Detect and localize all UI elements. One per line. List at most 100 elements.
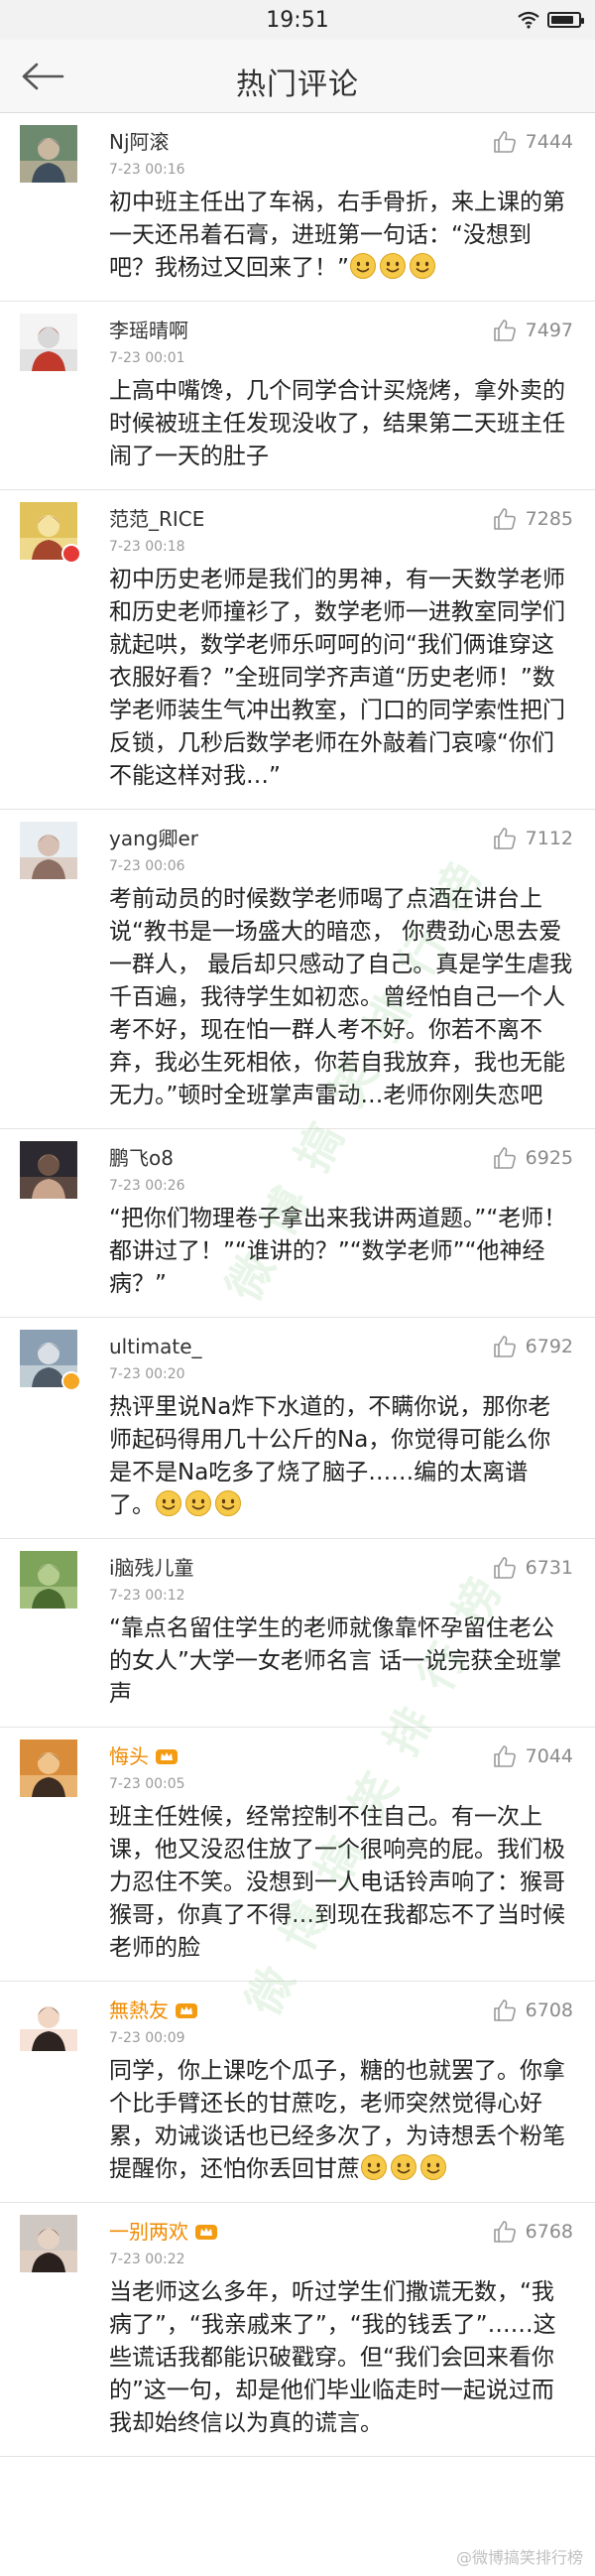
avatar[interactable]	[20, 1994, 77, 2051]
comment-text-body: “把你们物理卷子拿出来我讲两道题。”“老师！都讲过了！”“谁讲的？”“数学老师”…	[109, 1206, 567, 1297]
comment-timestamp: 7-23 00:06	[109, 858, 185, 874]
vip-crown-icon	[156, 1749, 178, 1764]
smile-emoji-icon	[391, 2154, 416, 2180]
verified-badge-icon	[61, 544, 81, 564]
comment-text: 考前动员的时候数学老师喝了点酒在讲台上说“教书是一场盛大的暗恋， 你费劲心思去爱…	[109, 883, 573, 1112]
username-text[interactable]: ultimate_	[109, 1332, 202, 1361]
username-text[interactable]: 范范_RICE	[109, 504, 204, 534]
thumbs-up-icon	[493, 131, 516, 153]
avatar-wrap[interactable]	[20, 1739, 77, 1797]
like-button[interactable]: 6768	[492, 2219, 573, 2245]
comment-list[interactable]: Nj阿滚 7-23 00:16 初中班主任出了车祸，右手骨折，来上课的第一天还吊着石…	[0, 113, 595, 2457]
comment-text: 班主任姓候，经常控制不住自己。有一次上课，他又没忍住放了一个很响亮的屁。我们极力…	[109, 1801, 573, 1965]
username-text[interactable]: 李瑶晴啊	[109, 316, 188, 345]
like-button[interactable]: 7444	[492, 129, 573, 155]
comment-item[interactable]: Nj阿滚 7-23 00:16 初中班主任出了车祸，右手骨折，来上课的第一天还吊着石…	[0, 113, 595, 302]
comment-item[interactable]: ultimate_ 7-23 00:20 热评里说Na炸下水道的，不瞒你说，那你老师…	[0, 1318, 595, 1539]
like-count: 7285	[525, 508, 573, 530]
avatar[interactable]	[20, 1739, 77, 1797]
like-count: 7044	[525, 1745, 573, 1767]
thumbs-up-icon	[493, 1557, 516, 1579]
comment-text: 热评里说Na炸下水道的，不瞒你说，那你老师起码得用几十公斤的Na，你觉得可能么你…	[109, 1391, 573, 1522]
like-button[interactable]: 6792	[492, 1334, 573, 1359]
comment-text-body: 同学，你上课吃个瓜子，糖的也就罢了。你拿个比手臂还长的甘蔗吃，老师突然觉得心好累…	[109, 2058, 565, 2182]
like-button[interactable]: 7285	[492, 506, 573, 532]
smile-emoji-icon	[349, 253, 376, 279]
avatar[interactable]	[20, 822, 77, 879]
comment-timestamp: 7-23 00:16	[109, 162, 185, 178]
avatar-wrap[interactable]	[20, 125, 77, 183]
like-count: 6708	[525, 1999, 573, 2021]
username-text[interactable]: 鹏飞o8	[109, 1143, 174, 1173]
thumbs-up-icon	[493, 2221, 516, 2243]
avatar-wrap[interactable]	[20, 1141, 77, 1199]
avatar-wrap[interactable]	[20, 502, 81, 564]
avatar-wrap[interactable]	[20, 1994, 77, 2051]
comment-timestamp: 7-23 00:12	[109, 1588, 185, 1604]
comment-item[interactable]: i脑残儿童 7-23 00:12 “靠点名留住学生的老师就像靠怀孕留住老公的女人”大…	[0, 1539, 595, 1728]
comment-item[interactable]: 無熱友 7-23 00:09 同学，你上课吃个瓜子，糖的也就罢了。你拿个比手臂还长的…	[0, 1982, 595, 2203]
avatar-wrap[interactable]	[20, 1330, 81, 1391]
avatar-wrap[interactable]	[20, 822, 77, 879]
like-button[interactable]: 6731	[492, 1555, 573, 1581]
comment-text-body: 当老师这么多年，听过学生们撒谎无数，“我病了”，“我亲戚来了”，“我的钱丢了”……	[109, 2279, 556, 2436]
comment-timestamp: 7-23 00:18	[109, 539, 185, 555]
username-text[interactable]: yang卿er	[109, 824, 198, 853]
comment-text-body: 班主任姓候，经常控制不住自己。有一次上课，他又没忍住放了一个很响亮的屁。我们极力…	[109, 1804, 565, 1961]
status-bar: 19:51	[0, 0, 595, 40]
comment-text-body: 考前动员的时候数学老师喝了点酒在讲台上说“教书是一场盛大的暗恋， 你费劲心思去爱…	[109, 886, 573, 1108]
username-text[interactable]: 無熱友	[109, 1996, 169, 2025]
comment-timestamp: 7-23 00:26	[109, 1178, 185, 1194]
username-text[interactable]: Nj阿滚	[109, 127, 170, 157]
username-text[interactable]: i脑残儿童	[109, 1553, 194, 1583]
username-text[interactable]: 悔头	[109, 1741, 149, 1771]
like-count: 7444	[525, 131, 573, 153]
avatar[interactable]	[20, 1551, 77, 1609]
avatar[interactable]	[20, 125, 77, 183]
comment-timestamp: 7-23 00:05	[109, 1776, 185, 1792]
avatar[interactable]	[20, 2215, 77, 2272]
comment-text: “靠点名留住学生的老师就像靠怀孕留住老公的女人”大学一女老师名言 话一说完获全班…	[109, 1612, 573, 1711]
thumbs-up-icon	[493, 320, 516, 341]
comment-timestamp: 7-23 00:09	[109, 2030, 185, 2046]
username-text[interactable]: 一别两欢	[109, 2217, 188, 2247]
like-button[interactable]: 6708	[492, 1997, 573, 2023]
comment-text: 上高中嘴馋，几个同学合计买烧烤，拿外卖的时候被班主任发现没收了，结果第二天班主任…	[109, 375, 573, 473]
status-icons	[518, 11, 584, 29]
like-button[interactable]: 6925	[492, 1145, 573, 1171]
comment-item[interactable]: 悔头 7-23 00:05 班主任姓候，经常控制不住自己。有一次上课，他又没忍住放了…	[0, 1728, 595, 1982]
smile-emoji-icon	[379, 253, 406, 279]
comment-text-body: 初中班主任出了车祸，右手骨折，来上课的第一天还吊着石膏，进班第一句话：“没想到吧…	[109, 190, 565, 281]
like-count: 6925	[525, 1147, 573, 1169]
wifi-icon	[518, 11, 539, 29]
smile-emoji-icon	[215, 1490, 241, 1516]
comment-item[interactable]: yang卿er 7-23 00:06 考前动员的时候数学老师喝了点酒在讲台上说“教书…	[0, 810, 595, 1129]
avatar-wrap[interactable]	[20, 314, 77, 371]
thumbs-up-icon	[493, 828, 516, 849]
like-count: 6792	[525, 1336, 573, 1357]
smile-emoji-icon	[409, 253, 435, 279]
avatar[interactable]	[20, 1141, 77, 1199]
thumbs-up-icon	[493, 1336, 516, 1357]
comment-text: 初中历史老师是我们的男神，有一天数学老师和历史老师撞衫了，数学老师一进教室同学们…	[109, 564, 573, 793]
vip-crown-icon	[176, 2003, 197, 2018]
like-button[interactable]: 7497	[492, 318, 573, 343]
battery-icon	[547, 12, 584, 28]
status-time: 19:51	[266, 8, 329, 33]
verified-badge-icon	[61, 1371, 81, 1391]
like-button[interactable]: 7112	[492, 826, 573, 851]
like-button[interactable]: 7044	[492, 1743, 573, 1769]
comment-item[interactable]: 一别两欢 7-23 00:22 当老师这么多年，听过学生们撒谎无数，“我病了”，“我…	[0, 2203, 595, 2457]
like-count: 7497	[525, 320, 573, 341]
comment-item[interactable]: 李瑶晴啊 7-23 00:01 上高中嘴馋，几个同学合计买烧烤，拿外卖的时候被班主任…	[0, 302, 595, 490]
vip-crown-icon	[195, 2225, 217, 2240]
avatar-wrap[interactable]	[20, 1551, 77, 1609]
comment-item[interactable]: 范范_RICE 7-23 00:18 初中历史老师是我们的男神，有一天数学老师和历史…	[0, 490, 595, 810]
avatar[interactable]	[20, 314, 77, 371]
comment-text-body: “靠点名留住学生的老师就像靠怀孕留住老公的女人”大学一女老师名言 话一说完获全班…	[109, 1615, 562, 1707]
comment-item[interactable]: 鹏飞o8 7-23 00:26 “把你们物理卷子拿出来我讲两道题。”“老师！都讲过了…	[0, 1129, 595, 1318]
like-count: 6731	[525, 1557, 573, 1579]
avatar-wrap[interactable]	[20, 2215, 77, 2272]
smile-emoji-icon	[361, 2154, 387, 2180]
smile-emoji-icon	[185, 1490, 211, 1516]
